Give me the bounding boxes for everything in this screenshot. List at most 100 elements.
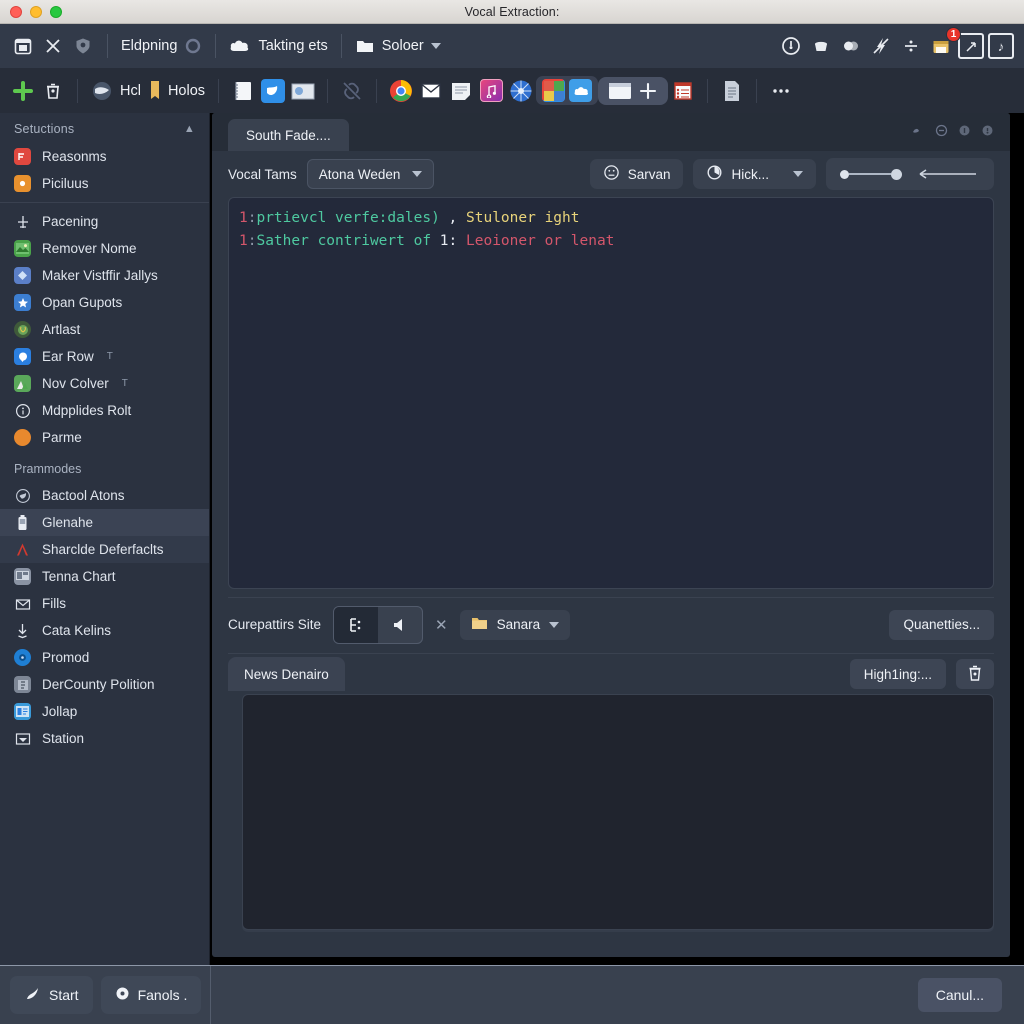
quanetties-label: Quanetties... [903,617,980,632]
segment-speaker-icon[interactable] [378,607,422,643]
sidebar-item-dercounty-polition[interactable]: DerCounty Polition [0,671,209,698]
chrome-icon[interactable] [386,76,416,106]
trash-icon[interactable] [38,76,68,106]
highling-button[interactable]: High1ing:... [849,659,946,689]
calendar-icon[interactable] [8,31,38,61]
atona-weden-select[interactable]: Atona Weden [306,159,435,189]
sidebar-item-reasonms[interactable]: Reasonms [0,143,209,170]
compass-icon[interactable] [506,76,536,106]
toolbar-divider [215,34,217,58]
delete-button[interactable] [956,659,994,689]
sidebar-item-artlast[interactable]: Artlast [0,316,209,343]
sidebar-item-jollap[interactable]: Jollap [0,698,209,725]
sidebar-item-label: Cata Kelins [42,623,112,638]
toolbar-divider [327,78,329,103]
sidebar-item-parme[interactable]: Parme [0,424,209,451]
document-icon[interactable] [717,76,747,106]
sidebar-item-maker-vistffir-jallys[interactable]: Maker Vistffir Jallys [0,262,209,289]
sidebar-item-sharclde-deferfaclts[interactable]: Sharclde Deferfaclts [0,536,209,563]
sidebar-item-ear-row[interactable]: Ear Row T [0,343,209,370]
flash-icon[interactable] [866,31,896,61]
start-button[interactable]: Start [10,976,93,1014]
arrow-left-icon[interactable] [918,167,980,181]
tab-south-fade[interactable]: South Fade.... [228,119,349,151]
plus-icon[interactable] [8,76,38,106]
sidebar-item-tenna-chart[interactable]: Tenna Chart [0,563,209,590]
quanetties-button[interactable]: Quanetties... [889,609,994,640]
sidebar-item-cata-kelins[interactable]: Cata Kelins [0,617,209,644]
shield-icon[interactable] [68,31,98,61]
x-icon[interactable]: ✕ [435,616,448,634]
right-dot-icon[interactable] [981,124,994,137]
toolbar-group-takting[interactable]: Takting ets [225,37,331,55]
sanara-folder-select[interactable]: Sanara [459,609,571,640]
slider-knob[interactable] [891,168,902,180]
bucket-icon[interactable] [806,31,836,61]
cloud-app-icon[interactable] [569,79,593,102]
sidebar-item-piciluus[interactable]: Piciluus [0,170,209,197]
sidebar-item-mdpplides-rolt[interactable]: Mdpplides Rolt [0,397,209,424]
cancel-button[interactable]: Canul... [917,978,1002,1012]
sidebar-item-pacening[interactable]: Pacening [0,208,209,235]
sidebar-item-bactool-atons[interactable]: Bactool Atons [0,482,209,509]
value-slider[interactable] [840,168,902,180]
new-window-group[interactable] [598,76,669,105]
mail-icon[interactable] [416,76,446,106]
link-broken-icon[interactable] [337,76,367,106]
sidebar-item-nov-colver[interactable]: Nov Colver T [0,370,209,397]
left-dot-icon[interactable] [958,124,971,137]
chevron-down-icon[interactable] [430,43,441,49]
close-icon[interactable] [38,31,68,61]
contrast-icon[interactable] [836,31,866,61]
fanols-button[interactable]: Fanols . [100,976,202,1014]
notebook-icon[interactable] [228,76,258,106]
sidebar-section-header-setuctions[interactable]: Setuctions ▲ [0,113,209,143]
sidebar-item-fills[interactable]: Fills [0,590,209,617]
sarvan-button[interactable]: Sarvan [589,159,684,189]
sidebar-item-remover-nome[interactable]: Remover Nome [0,235,209,262]
sidebar-item-glenahe[interactable]: Glenahe [0,509,209,536]
code-editor[interactable]: 1:prtievcl verfe:dales) , Stuloner ight … [228,197,994,589]
app-body: Setuctions ▲ Reasonms Piciluus Pacening [0,113,1024,965]
toolbar-group-hcl[interactable]: Hcl [87,80,145,102]
preview-canvas[interactable] [242,694,994,930]
view-mode-segmented-control[interactable] [333,605,424,644]
notes-icon[interactable] [446,76,476,106]
clock-icon[interactable] [776,31,806,61]
toolbar-group-eldpning[interactable]: Eldpning [117,37,206,55]
code-line: 1:Sather contriwert of 1: Leoioner or le… [239,233,615,249]
toolbar-group-holos[interactable]: Holos [145,79,209,103]
sidebar-item-station[interactable]: Station [0,725,209,752]
chevron-up-icon[interactable]: ▲ [184,123,195,135]
bookmark-icon [149,79,161,103]
toolbar-group-soloer[interactable]: Soloer [351,37,445,55]
mask-icon[interactable] [912,124,925,137]
pie-icon [706,164,723,184]
plus-icon[interactable] [638,81,658,101]
divide-icon[interactable] [896,31,926,61]
sidebar-item-promod[interactable]: Promod [0,644,209,671]
window-icon[interactable] [608,81,632,101]
toolbar-group-label: Soloer [381,38,424,54]
colors-icon[interactable] [542,79,566,102]
toolbar-divider [340,34,342,58]
segment-list-icon[interactable] [334,606,379,643]
disc-icon [115,986,130,1004]
hick-dropdown[interactable]: Hick... [693,159,816,189]
app-tile-group[interactable] [536,76,599,105]
tab-news-denairo[interactable]: News Denairo [228,657,345,691]
photo-icon[interactable] [288,76,318,106]
primary-toolbar: Eldpning Takting ets Soloer 1 ♪ [0,24,1024,68]
note-icon[interactable]: ♪ [986,31,1016,61]
image-icon [14,240,31,257]
minus-circle-icon[interactable] [935,124,948,137]
film-icon[interactable] [668,76,698,106]
blue-bird-icon[interactable] [258,76,288,106]
slider-controls[interactable] [826,158,994,190]
sidebar-item-opan-gupots[interactable]: Opan Gupots [0,289,209,316]
tabstrip-actions[interactable] [912,124,994,137]
music-icon[interactable] [476,76,506,106]
more-icon[interactable] [766,76,796,106]
archive-warning-icon[interactable]: 1 [926,27,961,61]
note-box: ♪ [988,33,1014,59]
